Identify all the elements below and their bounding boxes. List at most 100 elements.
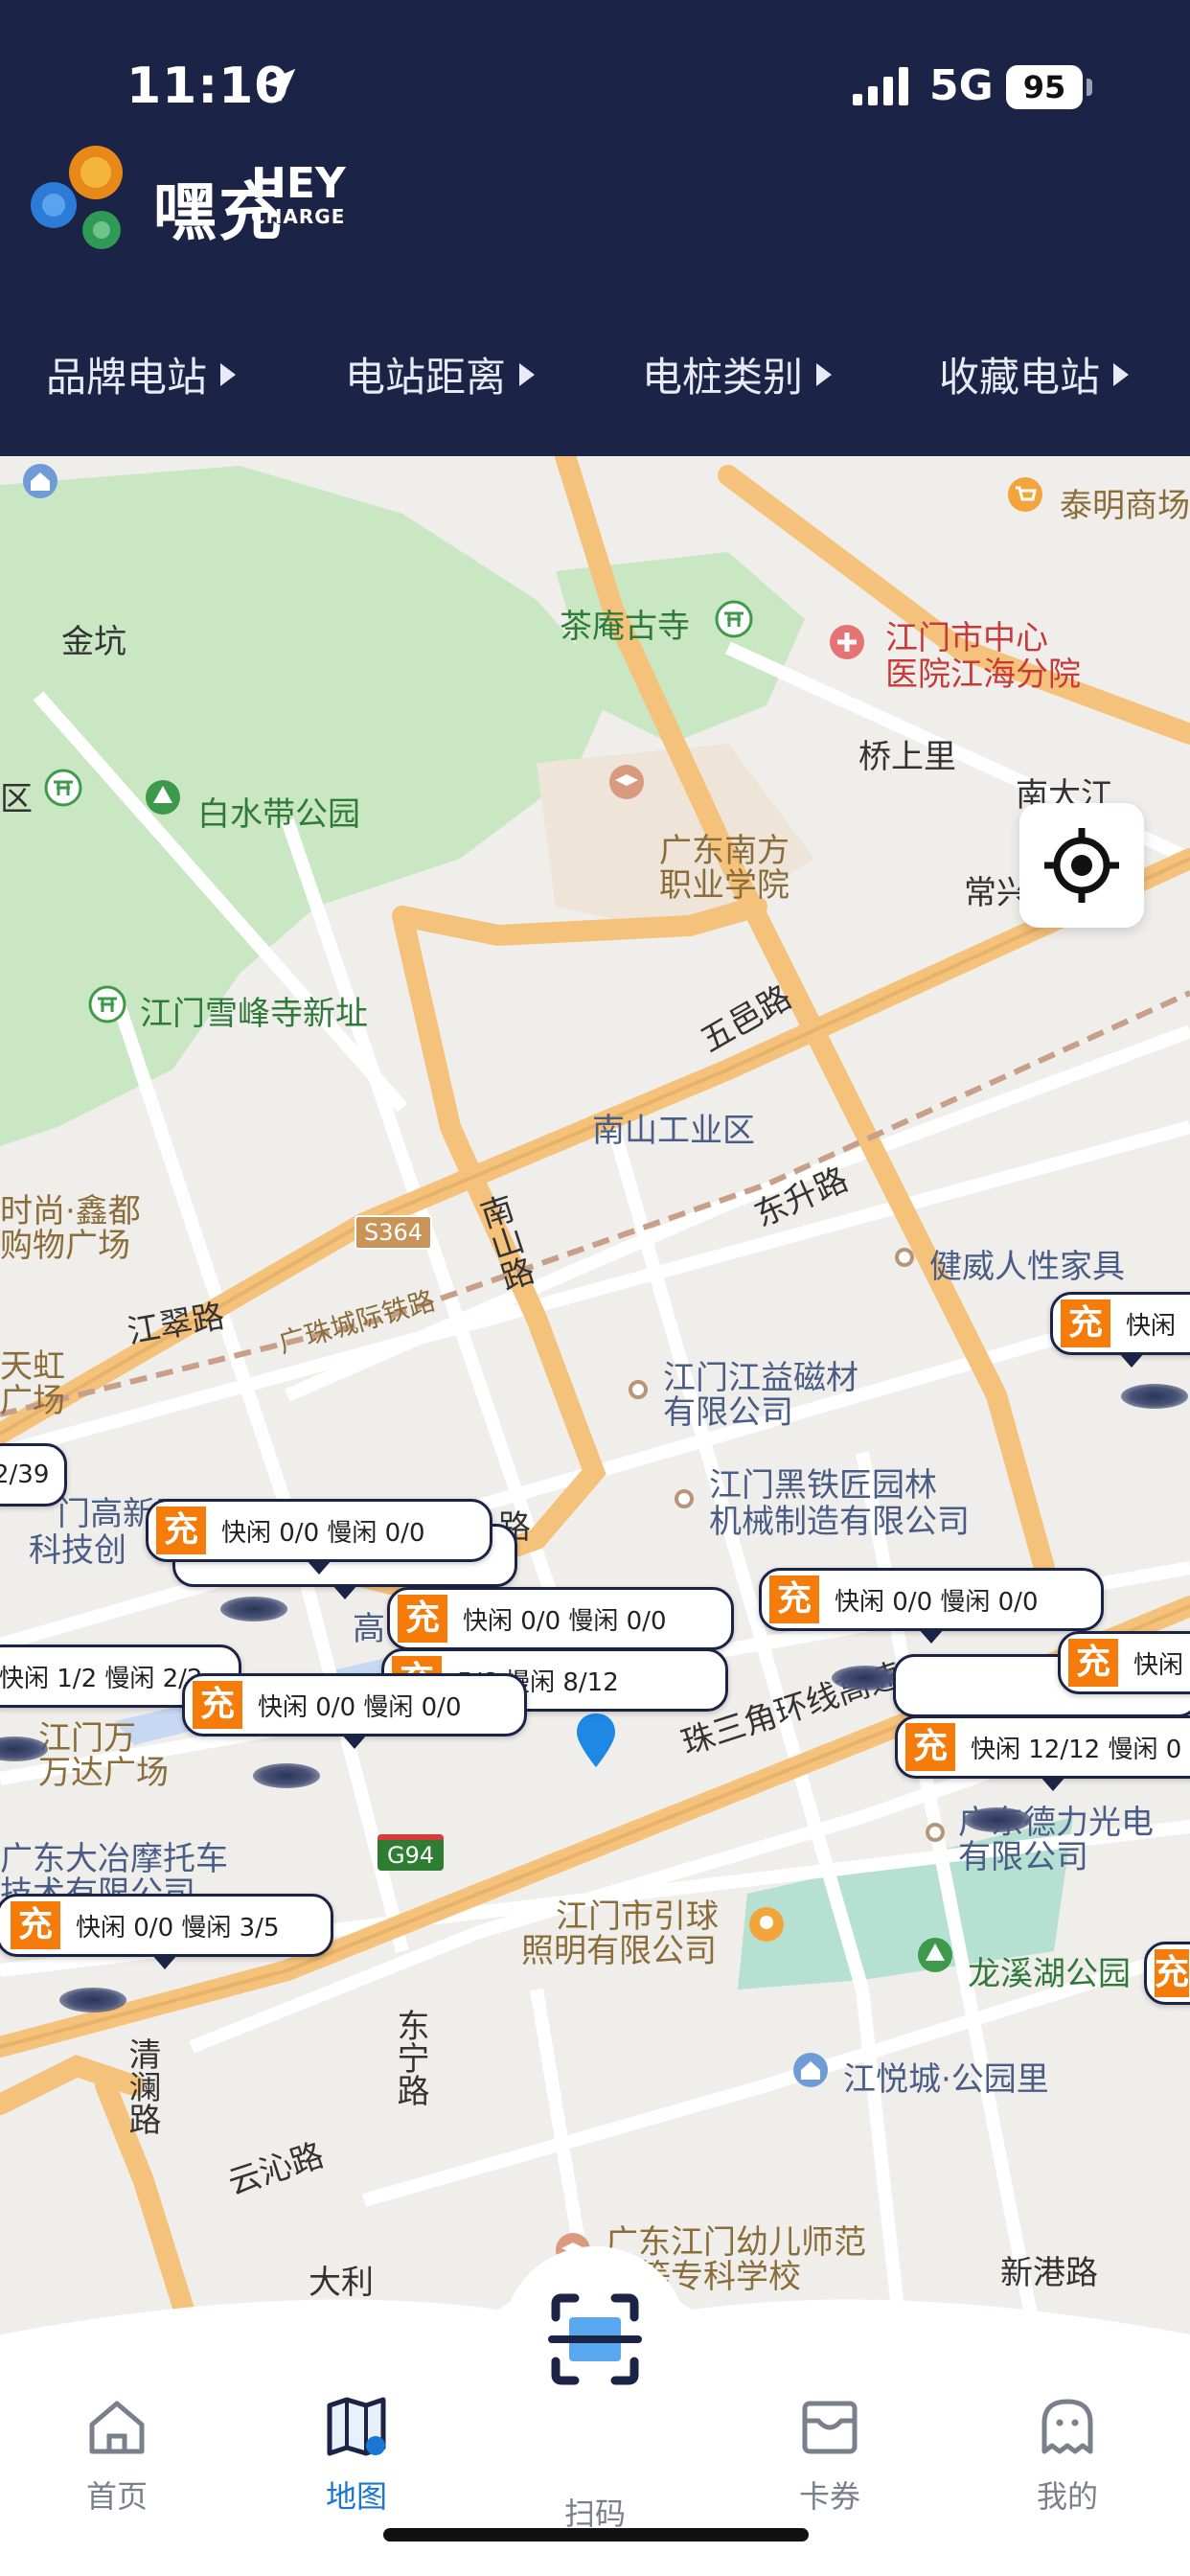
ghost-profile-icon <box>1041 2399 1093 2454</box>
tab-home[interactable]: 首页 <box>50 2392 184 2517</box>
network-type: 5G <box>929 61 994 110</box>
map-label: 桥上里 <box>858 738 956 776</box>
map-label: 茶庵古寺 <box>560 608 690 646</box>
tab-profile[interactable]: 我的 <box>1000 2392 1134 2517</box>
station-availability: 快闲 <box>1126 1311 1177 1341</box>
station-availability: 快闲 1/2 慢闲 2/2 <box>0 1664 203 1693</box>
current-location-pin-icon <box>577 1714 615 1767</box>
triangle-right-icon <box>519 362 536 386</box>
map-label: 高 <box>353 1610 385 1648</box>
map-label: 广场 <box>0 1382 65 1420</box>
brand-logo-icon <box>31 146 123 249</box>
poi-marker-icon <box>629 1380 648 1399</box>
station-marker-shadow <box>253 1763 320 1788</box>
map-label: 照明有限公司 <box>521 1932 717 1970</box>
charge-badge: 充 <box>769 1576 819 1623</box>
station-availability: 快闲 12/12 慢闲 0 <box>971 1735 1182 1764</box>
filter-label: 电站距离 <box>345 354 507 401</box>
brand-name-en-sub: CHARGE <box>251 205 346 228</box>
map-label: 健威人性家具 <box>929 1248 1125 1286</box>
station-availability: 2/39 <box>0 1460 50 1489</box>
home-icon <box>89 2401 145 2454</box>
station-marker-shadow <box>1121 1384 1188 1409</box>
scan-button[interactable] <box>514 2258 676 2421</box>
filter-station-distance[interactable]: 电站距离 <box>345 345 536 403</box>
station-marker-shadow <box>220 1597 287 1622</box>
crosshair-locate-icon <box>1044 828 1119 903</box>
station-availability: 快闲 0/0 慢闲 0/0 <box>835 1587 1039 1617</box>
hospital-icon <box>830 625 864 659</box>
poi-marker-icon <box>675 1489 694 1508</box>
poi-marker-icon <box>926 1823 945 1842</box>
tab-coupons[interactable]: 卡券 <box>763 2392 897 2517</box>
map-view[interactable]: 金坑 茶庵古寺 江门市中心 医院江海分院 泰明商场 桥上里 南大江 常兴 区 白… <box>0 456 1190 2334</box>
map-label: 龙溪湖公园 <box>968 1955 1131 1993</box>
station-availability: 快闲 0/0 慢闲 0/0 <box>258 1692 462 1722</box>
map-label: 科技创 <box>29 1531 126 1570</box>
station-marker-shadow <box>832 1666 899 1690</box>
map-label: 南山工业区 <box>592 1112 755 1150</box>
charge-badge: 充 <box>156 1506 206 1554</box>
triangle-right-icon <box>220 362 237 386</box>
filter-label: 品牌电站 <box>46 354 208 401</box>
lightbulb-poi-icon <box>749 1907 784 1942</box>
home-poi-icon <box>793 2053 828 2087</box>
charging-station-bubble[interactable]: 充快闲 0/0 慢闲 0/0 <box>182 1673 527 1749</box>
park-tree-icon <box>918 1938 952 1972</box>
brand-name-en: HEY <box>251 159 346 208</box>
coupon-icon <box>802 2401 858 2454</box>
triangle-right-icon <box>816 362 833 386</box>
scan-qr-icon <box>548 2293 642 2385</box>
map-label: 金坑 <box>61 623 126 661</box>
charge-badge: 充 <box>1068 1639 1118 1687</box>
charging-station-bubble[interactable]: 充快闲 0/0 慢闲 0/0 <box>146 1499 492 1575</box>
station-availability: 快闲 0/0 慢闲 0/0 <box>221 1518 425 1548</box>
filter-label: 收藏电站 <box>939 354 1101 401</box>
map-label: 泰明商场 <box>1060 487 1190 525</box>
charge-badge: 充 <box>905 1723 955 1771</box>
map-label: 职业学院 <box>659 866 790 905</box>
charging-station-bubble[interactable]: 充快闲 0/0 慢闲 3/5 <box>0 1894 333 1969</box>
charging-station-bubble[interactable]: 2/39 <box>0 1443 67 1506</box>
map-label: 医院江海分院 <box>885 656 1081 694</box>
charging-station-bubble[interactable]: 充快闲 <box>1050 1292 1190 1368</box>
station-marker-shadow <box>59 1988 126 2012</box>
map-label: 有限公司 <box>958 1838 1088 1876</box>
charging-station-bubble[interactable]: 充 <box>1144 1942 1190 2005</box>
map-label: 有限公司 <box>663 1393 793 1432</box>
map-label: 东宁路 <box>391 2009 429 2106</box>
temple-icon <box>715 600 753 638</box>
tab-label: 地图 <box>325 2478 387 2515</box>
filter-pile-type[interactable]: 电桩类别 <box>642 345 833 403</box>
map-label: 白水带公园 <box>197 795 360 834</box>
filter-label: 电桩类别 <box>642 354 804 401</box>
highway-shield-badge: G94 <box>378 1834 445 1871</box>
temple-icon <box>44 769 82 807</box>
locate-me-button[interactable] <box>1019 803 1144 928</box>
map-label: 区 <box>0 780 33 818</box>
filter-favorite-stations[interactable]: 收藏电站 <box>939 345 1130 403</box>
charge-badge: 充 <box>398 1595 447 1643</box>
charge-badge: 充 <box>1061 1300 1110 1347</box>
tab-label: 卡券 <box>798 2478 860 2515</box>
location-arrow-icon <box>262 68 296 103</box>
station-marker-shadow <box>964 1807 1031 1832</box>
charge-badge: 充 <box>1155 1949 1190 1997</box>
tab-label: 我的 <box>1036 2478 1098 2515</box>
map-label: 万达广场 <box>38 1754 169 1792</box>
tab-map[interactable]: 地图 <box>289 2392 423 2517</box>
filter-brand-station[interactable]: 品牌电站 <box>46 345 237 403</box>
charging-station-bubble[interactable]: 充快闲 <box>1058 1631 1190 1694</box>
charge-badge: 充 <box>193 1681 242 1729</box>
shopping-cart-icon <box>1008 477 1042 512</box>
station-availability: 快闲 <box>1133 1650 1184 1680</box>
park-tree-icon <box>146 780 180 815</box>
charging-station-bubble[interactable]: 充快闲 0/0 慢闲 0/0 <box>759 1568 1104 1644</box>
battery-nub <box>1087 79 1092 96</box>
charging-station-bubble[interactable]: 充快闲 0/0 慢闲 0/0 <box>387 1587 734 1650</box>
map-label: 机械制造有限公司 <box>709 1503 970 1541</box>
charging-station-bubble[interactable]: 充快闲 12/12 慢闲 0 <box>895 1715 1190 1791</box>
triangle-right-icon <box>1113 362 1130 386</box>
app-header: 11:10 5G 95 嘿充 HEY CHARGE 品牌电站 电站距离 电桩类别… <box>0 0 1190 456</box>
map-label: 购物广场 <box>0 1227 130 1265</box>
